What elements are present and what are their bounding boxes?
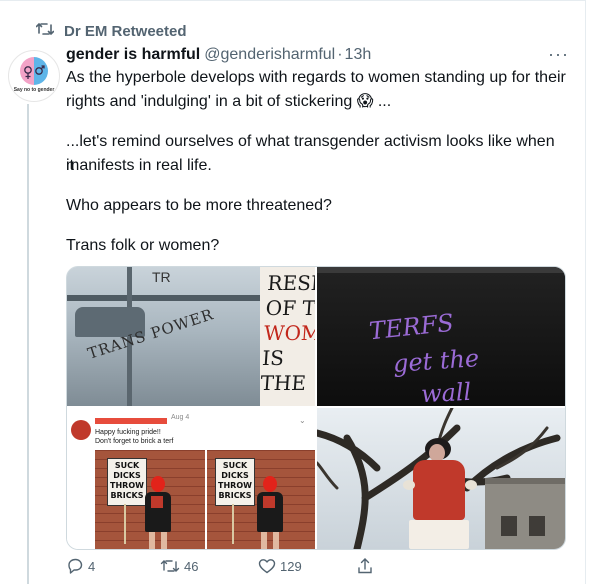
building <box>485 478 565 549</box>
share-button[interactable] <box>356 557 378 575</box>
sign-line: BRICKS <box>218 491 252 500</box>
share-icon <box>358 558 372 574</box>
embedded-photo-right: SUCK DICKS THROW BRICKS <box>207 450 315 549</box>
tweet-text-line: Trans folk or women? <box>66 237 220 254</box>
retweet-count: 46 <box>184 558 199 574</box>
sign-line: SUCK <box>114 461 140 470</box>
like-button[interactable]: 129 <box>258 558 356 574</box>
more-options-icon[interactable]: ··· <box>548 44 569 65</box>
thread-line <box>27 104 29 584</box>
right-divider <box>585 0 586 584</box>
embedded-text-line: Don't forget to brick a terf <box>95 438 174 445</box>
sign-line: THROW <box>218 481 252 490</box>
media-grid[interactable]: TRANS POWER RESI OF TH WOME IS THE TR TE… <box>66 266 566 550</box>
sign-stick <box>124 504 126 544</box>
photo-storefront-graffiti[interactable]: TRANS POWER RESI OF TH WOME IS THE TR <box>67 267 315 406</box>
leg <box>273 532 279 549</box>
tweet-timestamp[interactable]: 13h <box>345 46 372 64</box>
red-top <box>263 496 275 508</box>
effigy-hand <box>465 480 477 490</box>
tweet-text-line: manifests in real life. <box>66 157 212 174</box>
embedded-text-line: Happy fucking pride!! <box>95 429 161 436</box>
effigy-skirt <box>409 520 469 549</box>
graffiti-line-wall: wall <box>420 377 472 406</box>
poster-line: WOME <box>263 321 315 345</box>
photo-tree-effigy[interactable] <box>317 408 565 549</box>
face-redaction <box>151 476 165 492</box>
tweet-header: gender is harmful @genderisharmful · 13h <box>66 44 371 66</box>
retweeter-label: Dr EM Retweeted <box>64 22 187 40</box>
red-top <box>151 496 163 508</box>
leg <box>161 532 167 549</box>
sign-line: THROW <box>110 481 144 490</box>
tweet-text-line: Who appears to be more threatened? <box>66 197 332 214</box>
face-redaction <box>263 476 277 492</box>
like-count: 129 <box>280 558 302 574</box>
wall-top-edge <box>317 267 565 273</box>
window-frame <box>67 295 262 301</box>
protest-sign: SUCK DICKS THROW BRICKS <box>107 458 147 506</box>
photo-tweet-screenshot[interactable]: Aug 4 ⌄ Happy fucking pride!! Don't forg… <box>67 408 315 549</box>
tweet-text-line: As the hyperbole develops with regards t… <box>66 69 566 86</box>
sign-line: SUCK <box>222 461 248 470</box>
sign-line: DICKS <box>113 471 141 480</box>
user-handle[interactable]: @genderisharmful <box>204 46 335 64</box>
reply-icon <box>68 558 83 574</box>
sign-line: DICKS <box>221 471 249 480</box>
poster-line: IS THE <box>259 346 307 395</box>
retweet-button[interactable]: 46 <box>160 558 258 574</box>
tweet-text-line: rights and 'indulging' in a bit of stick… <box>66 93 392 110</box>
embedded-photo-left: SUCK DICKS THROW BRICKS <box>95 450 205 549</box>
reply-count: 4 <box>88 558 96 574</box>
redacted-name-bar <box>95 418 167 424</box>
action-bar: 4 46 129 <box>66 556 586 576</box>
avatar-logo <box>20 57 48 85</box>
protest-sign: SUCK DICKS THROW BRICKS <box>215 458 255 506</box>
poster-fragment: TR <box>152 269 171 285</box>
graffiti-line-get-the: get the <box>392 344 481 378</box>
effigy-red-coat <box>413 460 465 520</box>
retweet-icon <box>160 560 180 572</box>
effigy-hand <box>403 480 415 490</box>
embedded-chevron-icon: ⌄ <box>299 416 306 425</box>
poster-line: RESI <box>266 271 315 295</box>
retweet-icon <box>35 21 58 42</box>
avatar-caption: Say no to gender <box>13 87 55 93</box>
header-separator: · <box>337 46 343 63</box>
leg <box>149 532 155 549</box>
display-name[interactable]: gender is harmful <box>66 46 200 64</box>
sign-stick <box>232 504 234 544</box>
embedded-date: Aug 4 <box>171 414 190 421</box>
poster: RESI OF TH WOME IS THE <box>260 267 315 406</box>
photo-wall-graffiti[interactable]: TERFS get the wall <box>317 267 565 406</box>
retweet-context[interactable]: Dr EM Retweeted <box>35 20 187 42</box>
reply-button[interactable]: 4 <box>66 557 160 575</box>
heart-icon <box>258 559 276 574</box>
avatar[interactable]: Say no to gender <box>8 50 60 102</box>
sign-line: BRICKS <box>110 491 144 500</box>
leg <box>261 532 267 549</box>
top-divider <box>0 0 585 1</box>
poster-line: OF TH <box>264 296 315 320</box>
embedded-avatar <box>71 420 91 440</box>
